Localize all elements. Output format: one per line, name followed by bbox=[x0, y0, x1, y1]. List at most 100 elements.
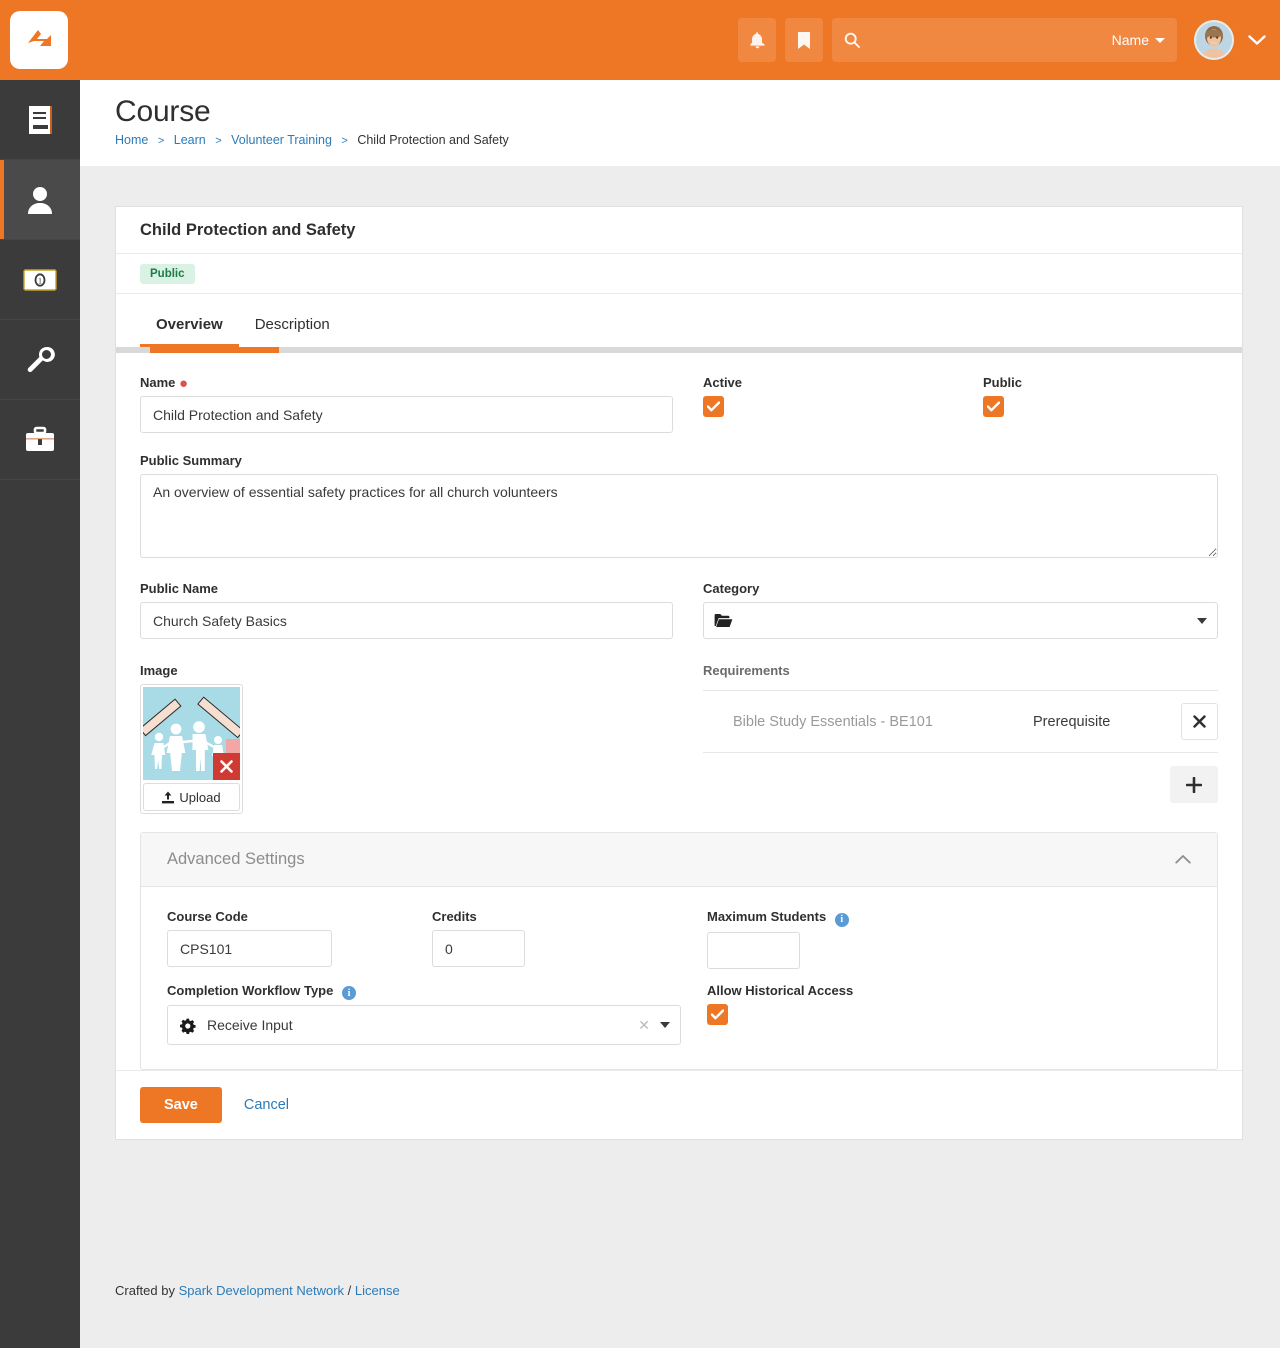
chevron-up-icon bbox=[1175, 851, 1191, 868]
course-code-field-group: Course Code bbox=[167, 909, 432, 969]
breadcrumb-separator: > bbox=[157, 135, 165, 147]
advanced-settings-section: Advanced Settings Course Code Credits bbox=[140, 832, 1218, 1070]
clear-selection-icon[interactable]: ✕ bbox=[638, 1017, 660, 1034]
briefcase-icon bbox=[26, 426, 54, 451]
content-area: Child Protection and Safety Public Overv… bbox=[80, 166, 1280, 1348]
public-summary-label: Public Summary bbox=[140, 453, 242, 468]
caret-down-icon bbox=[1197, 617, 1207, 624]
advanced-settings-body: Course Code Credits Maximum Students i bbox=[141, 887, 1217, 1069]
book-icon bbox=[29, 105, 52, 134]
panel-header: Child Protection and Safety bbox=[116, 207, 1242, 254]
table-row: Bible Study Essentials - BE101 Prerequis… bbox=[703, 691, 1218, 753]
category-label: Category bbox=[703, 581, 760, 596]
info-icon[interactable]: i bbox=[834, 912, 849, 927]
allow-historical-access-label: Allow Historical Access bbox=[707, 982, 854, 998]
search-scope-dropdown[interactable]: Name bbox=[1112, 32, 1165, 48]
footer-divider: / bbox=[344, 1283, 355, 1298]
sidebar-item-people[interactable] bbox=[0, 160, 80, 240]
caret-down-icon bbox=[660, 1022, 670, 1028]
tab-overview[interactable]: Overview bbox=[140, 308, 239, 347]
public-summary-textarea[interactable]: An overview of essential safety practice… bbox=[140, 474, 1218, 558]
add-requirement-button[interactable] bbox=[1170, 766, 1218, 803]
panel-title: Child Protection and Safety bbox=[140, 220, 356, 239]
course-code-label: Course Code bbox=[167, 909, 248, 924]
family-paper-cutout-photo[interactable] bbox=[143, 687, 240, 780]
public-label: Public bbox=[983, 375, 1023, 390]
breadcrumb-item-volunteer-training[interactable]: Volunteer Training bbox=[231, 133, 332, 147]
name-label-text: Name bbox=[140, 375, 176, 390]
save-button[interactable]: Save bbox=[140, 1087, 222, 1123]
status-badge: Public bbox=[140, 263, 195, 284]
requirements-table: Bible Study Essentials - BE101 Prerequis… bbox=[703, 690, 1218, 753]
search-input[interactable] bbox=[870, 31, 1112, 49]
sidebar-item-cms[interactable] bbox=[0, 80, 80, 160]
upload-image-button[interactable]: Upload bbox=[143, 783, 240, 811]
image-label: Image bbox=[140, 663, 178, 678]
active-label: Active bbox=[703, 375, 743, 390]
name-input[interactable] bbox=[140, 396, 673, 433]
course-code-input[interactable] bbox=[167, 930, 332, 967]
sidebar-item-finance[interactable]: 1 bbox=[0, 240, 80, 320]
requirement-name: Bible Study Essentials - BE101 bbox=[733, 713, 933, 730]
course-detail-panel: Child Protection and Safety Public Overv… bbox=[115, 206, 1243, 1140]
maximum-students-input[interactable] bbox=[707, 931, 800, 969]
tab-bar: Overview Description bbox=[116, 308, 1242, 347]
credits-field-group: Credits bbox=[432, 909, 707, 969]
maximum-students-label: Maximum Students i bbox=[707, 909, 849, 927]
chevron-down-icon[interactable] bbox=[1248, 34, 1266, 46]
sidebar-item-admin-tools[interactable] bbox=[0, 320, 80, 400]
page-header: Course Home > Learn > Volunteer Training… bbox=[80, 80, 1280, 166]
sidebar-filler bbox=[0, 480, 80, 1310]
money-bill-icon: 1 bbox=[23, 268, 57, 291]
public-field-group: Public bbox=[983, 375, 1022, 453]
wrench-icon bbox=[27, 346, 55, 372]
completion-workflow-type-label-text: Completion Workflow Type bbox=[167, 982, 334, 998]
advanced-settings-toggle[interactable]: Advanced Settings bbox=[141, 833, 1217, 887]
breadcrumb: Home > Learn > Volunteer Training > Chil… bbox=[115, 133, 509, 147]
upload-icon bbox=[162, 791, 175, 804]
category-select[interactable] bbox=[703, 602, 1218, 639]
top-navigation-bar: Name bbox=[0, 0, 1280, 80]
breadcrumb-separator: > bbox=[215, 135, 222, 147]
completion-workflow-type-select[interactable]: Receive Input ✕ bbox=[167, 1005, 681, 1045]
breadcrumb-item-learn[interactable]: Learn bbox=[174, 133, 206, 147]
completion-workflow-type-value: Receive Input bbox=[207, 1017, 293, 1033]
svg-text:1: 1 bbox=[38, 276, 42, 285]
info-icon[interactable]: i bbox=[341, 986, 356, 1000]
category-field-group: Category bbox=[703, 581, 1218, 639]
allow-historical-access-checkbox[interactable] bbox=[707, 1003, 728, 1025]
footer-prefix: Crafted by bbox=[115, 1283, 179, 1298]
requirements-actions bbox=[703, 753, 1218, 803]
completion-workflow-type-field-group: Completion Workflow Type i Receive Input bbox=[167, 983, 707, 1045]
caret-down-icon bbox=[1155, 37, 1165, 43]
top-bar-right-group: Name bbox=[738, 18, 1280, 62]
avatar[interactable] bbox=[1194, 20, 1234, 60]
advanced-settings-title: Advanced Settings bbox=[167, 850, 305, 868]
maximum-students-label-text: Maximum Students bbox=[707, 909, 827, 924]
tab-description[interactable]: Description bbox=[239, 308, 346, 347]
license-link[interactable]: License bbox=[355, 1283, 400, 1298]
active-checkbox[interactable] bbox=[703, 396, 724, 417]
search-box[interactable]: Name bbox=[832, 18, 1177, 62]
public-name-field-group: Public Name bbox=[140, 581, 673, 639]
public-name-input[interactable] bbox=[140, 602, 673, 639]
remove-requirement-button[interactable] bbox=[1181, 703, 1218, 740]
name-label: Name ● bbox=[140, 375, 673, 391]
spark-development-network-link[interactable]: Spark Development Network bbox=[179, 1283, 344, 1298]
public-summary-field-group: Public Summary An overview of essential … bbox=[140, 453, 1218, 561]
completion-workflow-type-label: Completion Workflow Type i bbox=[167, 983, 707, 1000]
remove-image-button[interactable] bbox=[213, 753, 240, 780]
breadcrumb-item-current: Child Protection and Safety bbox=[357, 133, 509, 147]
cogs-icon bbox=[178, 1017, 198, 1034]
breadcrumb-item-home[interactable]: Home bbox=[115, 133, 148, 147]
public-checkbox[interactable] bbox=[983, 396, 1004, 417]
cancel-button[interactable]: Cancel bbox=[244, 1097, 289, 1113]
bell-icon[interactable] bbox=[738, 18, 776, 62]
public-name-label: Public Name bbox=[140, 581, 219, 596]
bookmark-icon[interactable] bbox=[785, 18, 823, 62]
footer-credit: Crafted by Spark Development Network / L… bbox=[115, 1283, 400, 1298]
course-form: Name ● Active Public bbox=[116, 353, 1242, 814]
sidebar-item-reporting[interactable] bbox=[0, 400, 80, 480]
rock-rms-logo-icon[interactable] bbox=[10, 11, 68, 69]
credits-input[interactable] bbox=[432, 930, 525, 967]
